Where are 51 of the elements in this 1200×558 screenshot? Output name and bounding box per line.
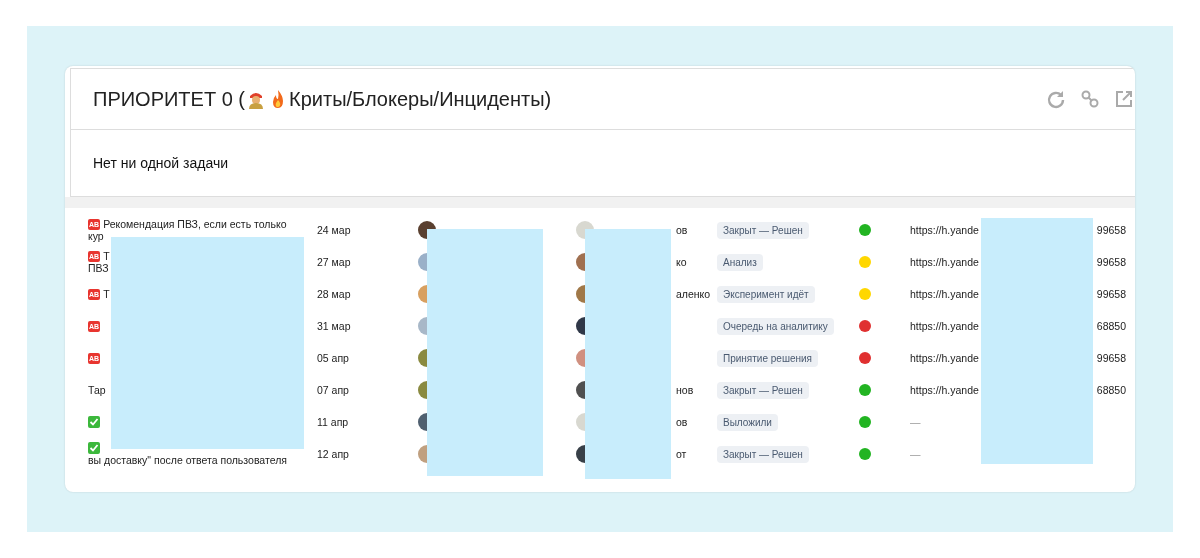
status-tag: Закрыт — Решен [717, 381, 809, 399]
assignee-name: ов [676, 224, 688, 236]
date-text: 31 мар [317, 320, 351, 332]
url-text[interactable]: https://h.yande [910, 352, 979, 364]
status-tag: Анализ [717, 253, 763, 271]
date-text: 27 мар [317, 256, 351, 268]
assignee-name: ко [676, 256, 687, 268]
task-title[interactable]: Рекомендация ПВЗ, если есть только [103, 218, 287, 230]
empty-dash: — [910, 416, 921, 428]
link-icon[interactable] [1080, 89, 1100, 109]
assignee-name: аленко [676, 288, 711, 300]
status-tag: Закрыт — Решен [717, 221, 809, 239]
url-text[interactable]: https://h.yande [910, 384, 979, 396]
url-text[interactable]: 99658 [1096, 224, 1126, 236]
assignee-name: от [676, 448, 687, 460]
assignee-name: нов [676, 384, 694, 396]
status-tag: Очередь на аналитику [717, 317, 834, 335]
task-title[interactable]: Т [103, 250, 110, 262]
date-text: 05 апр [317, 352, 349, 364]
task-title[interactable]: кур [88, 230, 104, 242]
url-text[interactable]: 99658 [1096, 256, 1126, 268]
task-title[interactable]: вы доставку" после ответа пользователя [88, 454, 287, 466]
task-title[interactable]: ПВЗ [88, 262, 109, 274]
date-text: 24 мар [317, 224, 351, 236]
date-text: 07 апр [317, 384, 349, 396]
task-title[interactable]: Т [103, 288, 110, 300]
empty-dash: — [910, 448, 921, 460]
date-text: 28 мар [317, 288, 351, 300]
external-link-icon[interactable] [1114, 89, 1134, 109]
check-icon [88, 442, 100, 454]
status-tag: Принятие решения [717, 349, 818, 367]
url-text[interactable]: 68850 [1096, 384, 1126, 396]
empty-message: Нет ни одной задачи [93, 155, 229, 171]
status-tag: Эксперимент идёт [717, 285, 815, 303]
url-text[interactable]: https://h.yande [910, 320, 979, 332]
url-text[interactable]: https://h.yande [910, 288, 979, 300]
check-icon [88, 416, 100, 428]
widget-title: ПРИОРИТЕТ 0 ( [93, 87, 246, 111]
url-text[interactable]: https://h.yande [910, 224, 979, 236]
url-text[interactable]: 68850 [1096, 320, 1126, 332]
url-text[interactable]: 99658 [1096, 352, 1126, 364]
task-title[interactable]: Тар [88, 384, 106, 396]
status-tag: Закрыт — Решен [717, 445, 809, 463]
url-text[interactable]: https://h.yande [910, 256, 979, 268]
widget-title: Криты/Блокеры/Инциденты) [289, 87, 552, 111]
refresh-icon[interactable] [1046, 89, 1066, 109]
assignee-name: ов [676, 416, 688, 428]
status-tag: Выложили [717, 413, 778, 431]
date-text: 11 апр [317, 416, 349, 428]
url-text[interactable]: 99658 [1096, 288, 1126, 300]
date-text: 12 апр [317, 448, 349, 460]
